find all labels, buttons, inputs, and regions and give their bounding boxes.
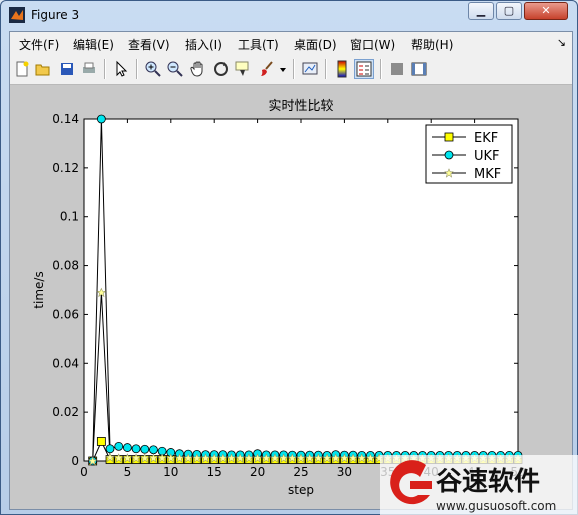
legend-marker-ekf [444,132,454,142]
x-tick-label: 15 [207,465,222,479]
menu-help[interactable]: 帮助(H) [411,36,453,53]
data-point-ukf [105,444,115,454]
menu-bar: 文件(F) 编辑(E) 查看(V) 插入(I) 工具(T) 桌面(D) 窗口(W… [10,32,572,54]
matlab-logo-icon [9,7,25,23]
y-axis-label: time/s [32,271,46,308]
toolbar-separator [325,59,327,79]
show-plot-tools-icon[interactable] [410,60,428,78]
y-tick-label: 0.08 [52,259,79,273]
toolbar-separator [380,59,382,79]
figure-toolbar [10,54,572,85]
pan-hand-icon[interactable] [189,60,207,78]
zoom-in-icon[interactable] [144,60,162,78]
hide-plot-tools-icon[interactable] [388,60,406,78]
chart-title: 实时性比较 [268,99,333,114]
menu-file[interactable]: 文件(F) [19,36,59,53]
minimize-button[interactable]: ▁ [468,2,494,20]
rotate-3d-icon[interactable] [212,60,230,78]
menu-edit[interactable]: 编辑(E) [73,36,114,53]
legend[interactable]: EKF UKF MKF [425,124,513,184]
figure-client: 文件(F) 编辑(E) 查看(V) 插入(I) 工具(T) 桌面(D) 窗口(W… [9,31,573,510]
data-point-ukf [114,441,124,451]
legend-marker-ukf [444,150,454,160]
x-tick-label: 20 [250,465,265,479]
toolbar-separator [104,59,106,79]
data-point-ukf [149,445,158,455]
data-cursor-icon[interactable] [234,60,252,78]
menu-dock-arrow-icon[interactable]: ↘ [557,36,566,49]
plot-svg: 实时性比较 step time/s 0510152025303540455000… [32,99,526,497]
title-bar[interactable]: Figure 3 ▁ ▢ ✕ [1,1,577,31]
data-point-ukf [131,444,141,454]
zoom-out-icon[interactable] [166,60,184,78]
menu-tools[interactable]: 工具(T) [238,36,279,53]
maximize-button[interactable]: ▢ [496,2,522,20]
menu-window[interactable]: 窗口(W) [350,36,395,53]
select-arrow-icon[interactable] [112,60,130,78]
print-icon[interactable] [80,60,98,78]
legend-label-mkf: MKF [474,167,501,182]
data-point-ukf [140,444,150,454]
legend-icon[interactable] [354,59,374,79]
legend-label-ekf: EKF [474,131,498,146]
y-tick-label: 0.04 [52,356,79,370]
colorbar-icon[interactable] [333,60,351,78]
x-axis-label: step [288,483,314,497]
x-tick-label: 5 [124,465,132,479]
figure-window: Figure 3 ▁ ▢ ✕ 文件(F) 编辑(E) 查看(V) 插入(I) 工… [0,0,578,515]
x-tick-label: 10 [163,465,178,479]
data-point-ekf [96,437,106,446]
brush-dropdown-icon[interactable] [278,60,288,78]
x-tick-label: 30 [337,465,352,479]
y-tick-label: 0 [71,454,79,468]
x-tick-label: 0 [80,465,88,479]
menu-view[interactable]: 查看(V) [128,36,170,53]
data-point-ukf [123,443,132,452]
new-figure-icon[interactable] [13,60,31,78]
watermark: 谷速软件 www.gusuosoft.com [380,455,578,515]
x-tick-label: 25 [293,465,308,479]
toolbar-separator [293,59,295,79]
data-point-ukf [96,114,106,124]
figure-canvas: 实时性比较 step time/s 0510152025303540455000… [10,85,572,509]
y-tick-label: 0.1 [60,210,79,224]
y-tick-label: 0.02 [52,405,79,419]
menu-insert[interactable]: 插入(I) [185,36,222,53]
toolbar-separator [136,59,138,79]
legend-label-ukf: UKF [474,149,500,164]
link-plot-icon[interactable] [301,60,319,78]
watermark-brand: 谷速软件 [436,467,540,497]
window-title: Figure 3 [31,8,80,22]
menu-desktop[interactable]: 桌面(D) [294,36,337,53]
y-tick-label: 0.06 [52,307,79,321]
save-icon[interactable] [58,60,76,78]
close-button[interactable]: ✕ [524,2,568,20]
watermark-url: www.gusuosoft.com [436,499,556,513]
y-tick-label: 0.12 [52,161,79,175]
y-tick-label: 0.14 [52,112,79,126]
brush-icon[interactable] [258,60,276,78]
open-file-icon[interactable] [34,60,52,78]
